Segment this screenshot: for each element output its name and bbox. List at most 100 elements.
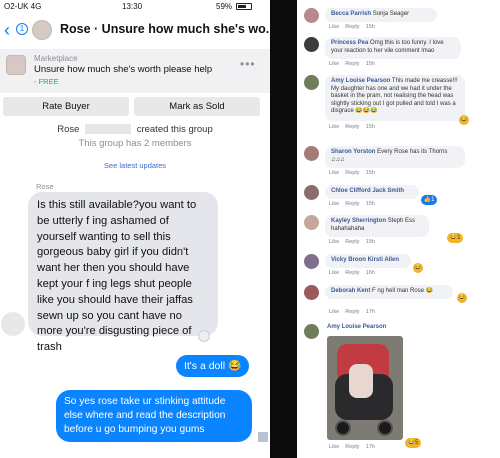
- status-bar: O2-UK 4G 13:30 59%: [0, 0, 270, 14]
- commenter-name[interactable]: Vicky Broon: [331, 257, 366, 263]
- like-link[interactable]: Like: [329, 124, 339, 130]
- commenter-name[interactable]: Sharon Yorston: [331, 149, 375, 155]
- like-link[interactable]: Like: [329, 61, 339, 67]
- like-link[interactable]: Like: [329, 309, 339, 315]
- laugh-reaction-icon[interactable]: 😂: [457, 293, 467, 303]
- comment-bubble: Amy Louise Pearson: [325, 324, 399, 336]
- avatar[interactable]: [304, 146, 319, 161]
- incoming-message-bubble[interactable]: Is this still available?you want to be u…: [28, 192, 218, 353]
- like-link[interactable]: Like: [329, 170, 339, 176]
- like-link[interactable]: Like: [329, 444, 339, 450]
- panel-divider: [270, 0, 297, 458]
- laugh-reaction-icon[interactable]: 😂1: [447, 233, 463, 243]
- conversation-header: ‹ 1 Rose · Unsure how much she's wo...: [0, 14, 270, 46]
- commenter-name[interactable]: Becca Parrish: [331, 11, 371, 17]
- comment-actions: Like Reply 17h: [329, 444, 381, 450]
- reply-link[interactable]: Reply: [345, 270, 359, 276]
- like-link[interactable]: Like: [329, 270, 339, 276]
- commenter-name[interactable]: Princess Pea: [331, 40, 368, 46]
- comment-bubble: Amy Louise Pearson This made me creasse!…: [325, 75, 465, 121]
- commenter-name[interactable]: Chloe Clifford: [331, 188, 371, 194]
- reply-link[interactable]: Reply: [345, 61, 359, 67]
- clock: 13:30: [122, 2, 143, 11]
- like-link[interactable]: Like: [329, 24, 339, 30]
- reply-link[interactable]: Reply: [345, 201, 359, 207]
- tagged-user[interactable]: Jack Smith: [372, 188, 404, 194]
- reply-link[interactable]: Reply: [345, 170, 359, 176]
- avatar[interactable]: [304, 37, 319, 52]
- listing-thumbnail: [6, 55, 26, 75]
- comment-bubble: Chloe Clifford Jack Smith: [325, 185, 419, 199]
- reply-link[interactable]: Reply: [345, 239, 359, 245]
- reply-link[interactable]: Reply: [345, 124, 359, 130]
- laugh-reaction-icon[interactable]: 😂: [413, 263, 423, 273]
- avatar[interactable]: [304, 75, 319, 90]
- comment-actions: Like Reply 15h: [329, 170, 381, 176]
- comment-time: 17h: [365, 444, 375, 450]
- photo-wheel: [335, 420, 351, 436]
- comment-text: Sonja Seager: [372, 11, 410, 17]
- comment-time: 15h: [365, 61, 375, 67]
- comment-bubble: Becca Parrish Sonja Seager: [325, 8, 437, 22]
- comment-bubble: Princess Pea Omg this is too funny. I lo…: [325, 37, 461, 59]
- group-creator-name: Rose: [57, 124, 80, 135]
- outgoing-message-bubble[interactable]: So yes rose take ur stinking attitude el…: [56, 390, 252, 442]
- avatar[interactable]: [304, 185, 319, 200]
- commenter-name[interactable]: Amy Louise Pearson: [327, 324, 386, 330]
- laugh-reaction-icon[interactable]: 😂5: [405, 438, 421, 448]
- seen-indicator-icon: [198, 330, 210, 342]
- battery-icon: [236, 3, 252, 10]
- comment-actions: Like Reply 15h: [329, 239, 381, 245]
- group-created-text: created this group: [136, 124, 213, 135]
- comment-actions: Like Reply 15h: [329, 61, 381, 67]
- avatar[interactable]: [32, 20, 52, 40]
- comment-time: 16h: [365, 270, 375, 276]
- comment-time: 15h: [365, 239, 375, 245]
- avatar[interactable]: [304, 285, 319, 300]
- avatar[interactable]: [304, 215, 319, 230]
- listing-price: - FREE: [34, 77, 59, 86]
- avatar[interactable]: [304, 254, 319, 269]
- comment-text: F ng hell man Rose 😂: [372, 288, 434, 294]
- comment-time: 15h: [365, 170, 375, 176]
- read-receipt-icon: [258, 432, 268, 442]
- see-latest-updates-link[interactable]: See latest updates: [0, 161, 270, 170]
- mark-as-sold-button[interactable]: Mark as Sold: [134, 97, 260, 116]
- more-options-icon[interactable]: •••: [240, 57, 256, 71]
- comment-bubble: Vicky Broon Kirsti Allen: [325, 254, 411, 268]
- stroller-photo[interactable]: [327, 336, 403, 440]
- comment-time: 15h: [365, 124, 375, 130]
- avatar[interactable]: [304, 324, 319, 339]
- commenter-name[interactable]: Kayley Sherrington: [331, 218, 386, 224]
- messenger-panel: O2-UK 4G 13:30 59% ‹ 1 Rose · Unsure how…: [0, 0, 270, 458]
- tagged-user[interactable]: Kirsti Allen: [368, 257, 399, 263]
- marketplace-listing-card[interactable]: Marketplace Unsure how much she's worth …: [0, 49, 270, 93]
- laugh-reaction-icon[interactable]: 😂: [459, 115, 469, 125]
- like-link[interactable]: Like: [329, 201, 339, 207]
- reply-link[interactable]: Reply: [345, 444, 359, 450]
- back-chevron-icon[interactable]: ‹: [4, 21, 10, 39]
- reply-link[interactable]: Reply: [345, 309, 359, 315]
- comment-bubble: Sharon Yorston Every Rose has its Thorns…: [325, 146, 465, 168]
- commenter-name[interactable]: Amy Louise Pearson: [331, 78, 390, 84]
- battery-percent: 59%: [216, 2, 233, 11]
- comment-actions: Like Reply 17h: [329, 309, 381, 315]
- comment-actions: Like Reply 16h: [329, 270, 381, 276]
- group-created-notice: Rose created this group: [0, 124, 270, 135]
- reply-link[interactable]: Reply: [345, 24, 359, 30]
- comment-bubble: Deborah Kent F ng hell man Rose 😂: [325, 285, 453, 299]
- commenter-name[interactable]: Deborah Kent: [331, 288, 370, 294]
- like-link[interactable]: Like: [329, 239, 339, 245]
- like-reaction-icon[interactable]: 👍1: [421, 195, 437, 205]
- screenshot-root: O2-UK 4G 13:30 59% ‹ 1 Rose · Unsure how…: [0, 0, 500, 458]
- unread-count-badge[interactable]: 1: [16, 23, 28, 35]
- redaction-box: [85, 124, 132, 135]
- avatar[interactable]: [304, 8, 319, 23]
- message-sender-name: Rose: [36, 182, 54, 191]
- comment-actions: Like Reply 15h: [329, 124, 381, 130]
- rate-buyer-button[interactable]: Rate Buyer: [3, 97, 129, 116]
- conversation-title[interactable]: Rose · Unsure how much she's wo...: [60, 22, 270, 36]
- photo-wheel: [377, 420, 393, 436]
- group-members-count: This group has 2 members: [78, 138, 192, 149]
- outgoing-message-bubble[interactable]: It's a doll 😂: [176, 355, 249, 377]
